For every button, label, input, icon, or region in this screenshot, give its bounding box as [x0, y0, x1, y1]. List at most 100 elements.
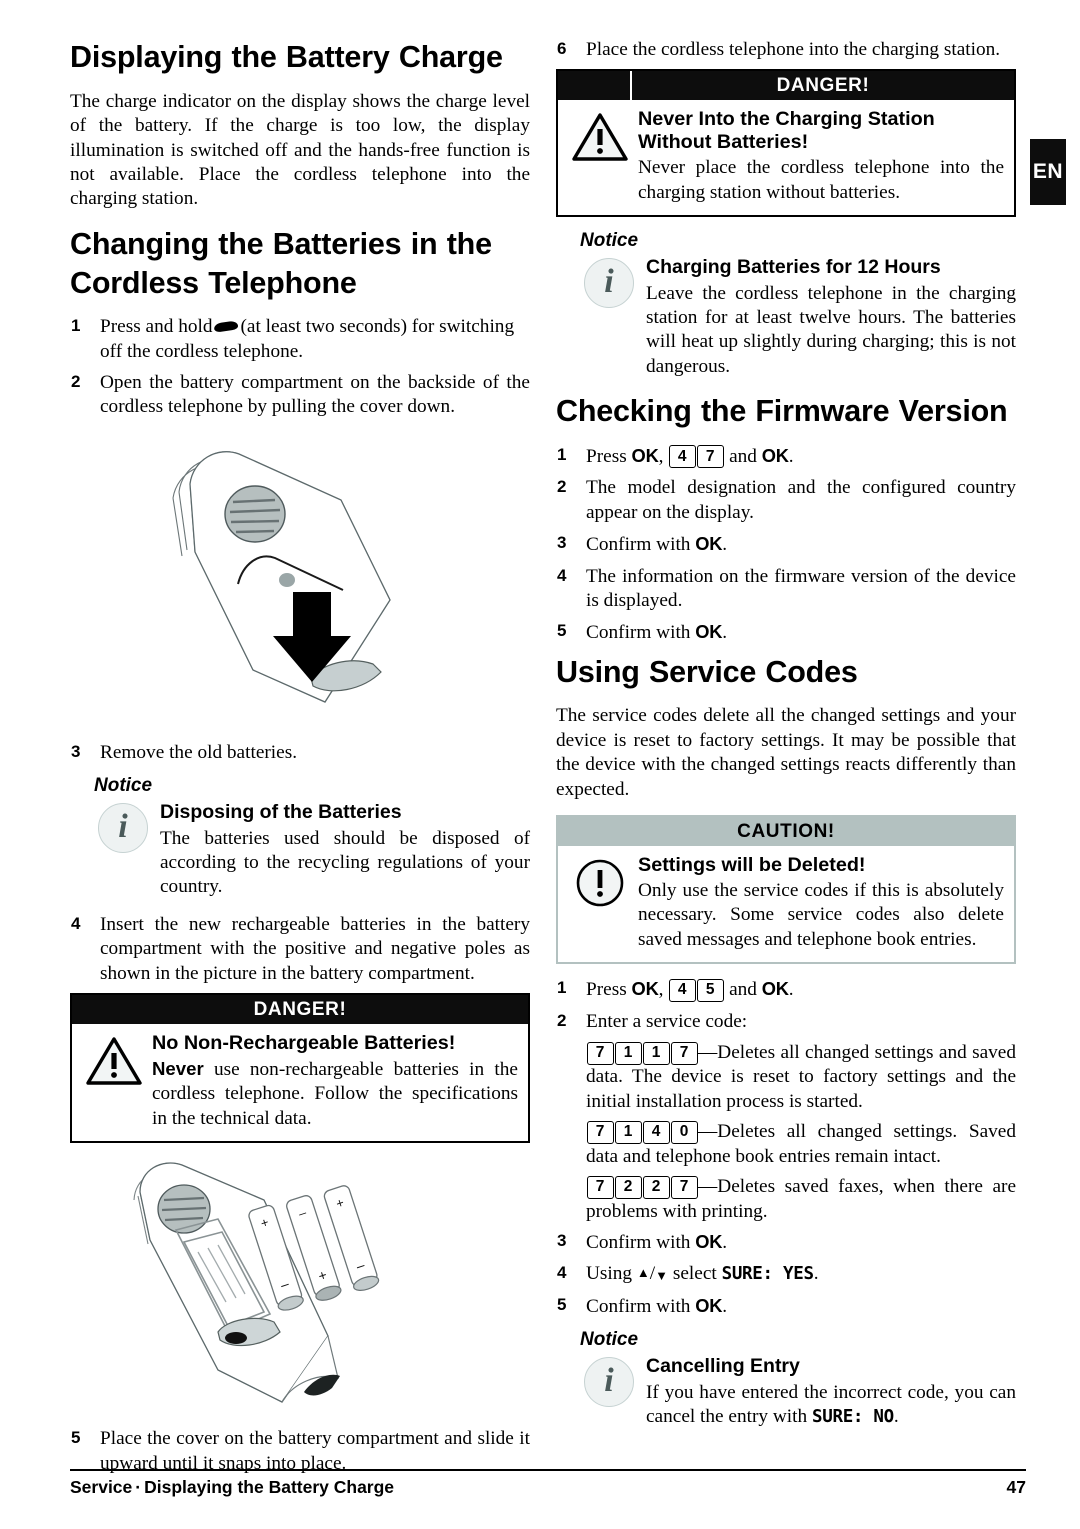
- step-item: 6 Place the cordless telephone into the …: [556, 38, 1016, 62]
- ok-button-label: OK: [631, 978, 659, 1000]
- alert-body-text: use non-rechargeable batteries in the co…: [152, 1059, 518, 1129]
- alert-title: No Non-Rechargeable Batteries!: [152, 1032, 456, 1055]
- step-number: 3: [557, 1230, 567, 1250]
- step-text-part: and: [729, 445, 757, 467]
- service-code-entry: 7 1 4 0 —Deletes all changed settings. Saved…: [556, 1120, 1016, 1169]
- lcd-display-text: SURE: YES: [721, 1264, 814, 1285]
- step-text: The information on the firmware version …: [586, 565, 1016, 611]
- keycap: 7: [696, 445, 724, 469]
- punctuation: ,: [658, 445, 664, 467]
- alert-lead-word: Never: [152, 1058, 204, 1080]
- danger-box-no-non-rechargeable: DANGER! No Non-Rechargeable Batteries! N…: [70, 993, 530, 1144]
- step-number: 2: [71, 372, 81, 392]
- step-text-part: Press: [586, 979, 627, 1001]
- alert-paragraph: Never place the cordless telephone into …: [638, 157, 1004, 203]
- danger-box-never-without-batteries: DANGER! Never Into the Charging Station …: [556, 69, 1016, 218]
- hang-up-phone-icon: [214, 321, 238, 333]
- punctuation: .: [722, 534, 728, 556]
- info-icon: [584, 1357, 634, 1408]
- heading-using-service-codes: Using Service Codes: [556, 654, 858, 689]
- step-text: Place the cover on the battery compartme…: [100, 1428, 530, 1474]
- keycap-group: 45: [668, 978, 724, 1002]
- page-footer: Service · Displaying the Battery Charge 47: [70, 1469, 1026, 1498]
- step-text: Insert the new rechargeable batteries in…: [100, 913, 530, 984]
- arrow-down-icon: ▼: [655, 1268, 669, 1284]
- service-code-entry: 7 1 1 7 —Deletes all changed settings and sa…: [556, 1041, 1016, 1114]
- alert-header: DANGER!: [72, 995, 528, 1025]
- keycap: 7: [586, 1120, 614, 1144]
- step-text-part: Confirm with: [586, 622, 691, 644]
- step-number: 4: [557, 1263, 567, 1283]
- step-item: 2 Enter a service code:: [556, 1010, 1016, 1034]
- step-text-part: and: [729, 979, 757, 1001]
- notice-paragraph: If you have entered the incorrect code, …: [646, 1381, 1016, 1430]
- step-text: Place the cordless telephone into the ch…: [586, 39, 1001, 60]
- step-number: 1: [557, 444, 567, 464]
- step-number: 5: [557, 1294, 567, 1314]
- notice-paragraph: Leave the cordless telephone in the char…: [646, 282, 1016, 377]
- punctuation: .: [722, 1231, 728, 1253]
- keycap: 2: [642, 1175, 670, 1199]
- ok-button-label: OK: [695, 533, 723, 555]
- notice-label: Notice: [580, 1329, 639, 1351]
- keycap: 7: [670, 1041, 698, 1065]
- step-item: 4 Using ▲/▼ select SURE: YES.: [557, 1263, 819, 1285]
- heading-displaying-the-battery-charge: Displaying the Battery Charge: [70, 40, 503, 74]
- punctuation: .: [813, 1263, 819, 1285]
- step-item: 1 Press OK, 45 and OK.: [556, 977, 1016, 1002]
- notice-title: Charging Batteries for 12 Hours: [646, 256, 941, 279]
- manual-page: EN Displaying the Battery Charge The cha…: [0, 0, 1080, 1529]
- step-number: 1: [557, 978, 567, 998]
- punctuation: ,: [658, 979, 664, 1001]
- exclamation-circle-icon: [572, 858, 628, 908]
- step-item: 1 Press and hold (at least two seconds) f…: [70, 315, 530, 364]
- step-text: The model designation and the configured…: [586, 477, 1016, 523]
- step-item: 3 Confirm with OK.: [556, 1230, 1016, 1255]
- step-item: 2 Open the battery compartment on the ba…: [70, 371, 530, 420]
- notice-title: Cancelling Entry: [646, 1355, 800, 1378]
- keycap-group: 7140: [586, 1120, 698, 1144]
- alert-header: CAUTION!: [558, 817, 1014, 847]
- alert-paragraph: Only use the service codes if this is ab…: [638, 880, 1004, 950]
- left-column: Displaying the Battery Charge The charge…: [70, 38, 530, 1483]
- step-text-part: Confirm with: [586, 534, 691, 556]
- step-item: 5 Confirm with OK.: [556, 1294, 1016, 1319]
- keycap-group: 47: [668, 445, 724, 469]
- punctuation: .: [722, 1295, 728, 1317]
- keycap: 4: [668, 978, 696, 1002]
- notice-label: Notice: [94, 775, 153, 797]
- keycap: 2: [614, 1175, 642, 1199]
- step-number: 3: [557, 533, 567, 553]
- step-text-part: select: [672, 1263, 717, 1285]
- keycap: 1: [614, 1041, 642, 1065]
- step-item: 1 Press OK, 47 and OK.: [556, 444, 1016, 469]
- alert-title: Never Into the Charging Station Without …: [638, 108, 935, 154]
- keycap-group: 7117: [586, 1041, 698, 1065]
- keycap: 7: [586, 1175, 614, 1199]
- step-item: 3 Confirm with OK.: [556, 532, 1016, 557]
- intro-paragraph: The charge indicator on the display show…: [70, 90, 530, 210]
- speaker-grille: [224, 485, 286, 543]
- right-column: 6 Place the cordless telephone into the …: [556, 38, 1016, 1442]
- step-number: 4: [557, 565, 567, 585]
- alert-title: Settings will be Deleted!: [638, 854, 866, 877]
- arrow-up-icon: ▲: [636, 1265, 650, 1281]
- punctuation: .: [893, 1405, 899, 1427]
- notice-disposing-batteries: Notice Disposing of the Batteries The ba…: [94, 775, 530, 900]
- ok-button-label: OK: [695, 1230, 723, 1252]
- heading-changing-the-batteries: Changing the Batteries in the Cordless T…: [70, 226, 492, 300]
- warning-triangle-icon: [572, 112, 628, 162]
- punctuation: .: [788, 445, 794, 467]
- keycap: 7: [670, 1175, 698, 1199]
- footer-separator: ·: [135, 1477, 142, 1497]
- handset-illustration: [172, 451, 391, 703]
- service-codes-intro: The service codes delete all the changed…: [556, 705, 1016, 800]
- ok-button-label: OK: [695, 1294, 723, 1316]
- step-number: 1: [71, 316, 81, 336]
- ok-button-label: OK: [761, 978, 789, 1000]
- step-number: 2: [557, 477, 567, 497]
- language-tab-en: EN: [1030, 139, 1066, 205]
- step-item: 4 The information on the firmware versio…: [556, 565, 1016, 614]
- step-text: Remove the old batteries.: [100, 741, 298, 763]
- step-item: 4 Insert the new rechargeable batteries …: [70, 913, 530, 986]
